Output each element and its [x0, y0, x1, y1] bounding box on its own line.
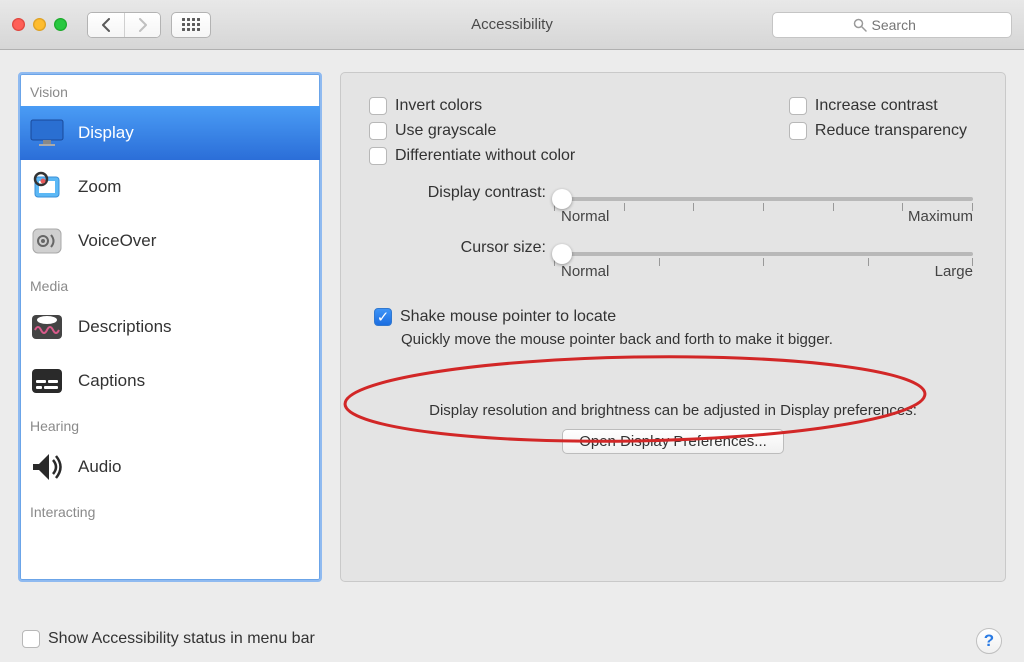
zoom-icon: [28, 168, 66, 206]
search-icon: [853, 18, 867, 32]
slider-thumb[interactable]: [552, 244, 572, 264]
checkbox-checked[interactable]: [374, 308, 392, 326]
titlebar: Accessibility: [0, 0, 1024, 50]
display-settings-panel: Invert colors Use grayscale Differentiat…: [340, 72, 1006, 582]
invert-colors-label: Invert colors: [395, 97, 482, 115]
sidebar-item-label: Descriptions: [78, 317, 172, 337]
shake-pointer-description: Quickly move the mouse pointer back and …: [401, 331, 977, 348]
display-contrast-label: Display contrast:: [379, 184, 554, 202]
heading-media: Media: [20, 268, 320, 300]
invert-colors-row[interactable]: Invert colors: [369, 97, 575, 115]
heading-vision: Vision: [20, 74, 320, 106]
slider-thumb[interactable]: [552, 189, 572, 209]
cursor-size-slider[interactable]: [554, 252, 973, 256]
sidebar-item-captions[interactable]: Captions: [20, 354, 320, 408]
sidebar-item-label: Zoom: [78, 177, 121, 197]
cursor-size-label: Cursor size:: [379, 239, 554, 257]
checkbox-unchecked[interactable]: [369, 122, 387, 140]
back-button[interactable]: [88, 13, 124, 37]
help-button[interactable]: ?: [976, 628, 1002, 654]
voiceover-icon: [28, 222, 66, 260]
heading-hearing: Hearing: [20, 408, 320, 440]
differentiate-row[interactable]: Differentiate without color: [369, 147, 575, 165]
sidebar-item-zoom[interactable]: Zoom: [20, 160, 320, 214]
forward-button[interactable]: [124, 13, 160, 37]
differentiate-label: Differentiate without color: [395, 147, 575, 165]
nav-buttons: [87, 12, 211, 38]
minimize-window-button[interactable]: [33, 18, 46, 31]
sidebar-item-voiceover[interactable]: VoiceOver: [20, 214, 320, 268]
descriptions-icon: [28, 308, 66, 346]
sidebar-item-label: Audio: [78, 457, 121, 477]
search-field[interactable]: [772, 12, 1012, 38]
increase-contrast-row[interactable]: Increase contrast: [789, 97, 967, 115]
checkbox-unchecked[interactable]: [369, 97, 387, 115]
search-input[interactable]: [872, 17, 932, 33]
shake-pointer-label: Shake mouse pointer to locate: [400, 308, 616, 326]
sidebar-item-label: Captions: [78, 371, 145, 391]
checkbox-unchecked[interactable]: [789, 122, 807, 140]
open-display-preferences-button[interactable]: Open Display Preferences...: [562, 429, 784, 454]
use-grayscale-row[interactable]: Use grayscale: [369, 122, 575, 140]
categories-sidebar: Vision Display Zoom: [18, 72, 322, 582]
use-grayscale-label: Use grayscale: [395, 122, 496, 140]
window-controls: [12, 18, 67, 31]
display-icon: [28, 114, 66, 152]
checkbox-unchecked[interactable]: [22, 630, 40, 648]
close-window-button[interactable]: [12, 18, 25, 31]
grid-icon: [182, 18, 200, 31]
checkbox-unchecked[interactable]: [789, 97, 807, 115]
reduce-transparency-row[interactable]: Reduce transparency: [789, 122, 967, 140]
display-prefs-note: Display resolution and brightness can be…: [369, 402, 977, 419]
heading-interacting: Interacting: [20, 494, 320, 526]
show-status-menubar-row[interactable]: Show Accessibility status in menu bar: [22, 630, 315, 648]
audio-icon: [28, 448, 66, 486]
show-all-button[interactable]: [171, 12, 211, 38]
captions-icon: [28, 362, 66, 400]
sidebar-item-descriptions[interactable]: Descriptions: [20, 300, 320, 354]
sidebar-item-display[interactable]: Display: [20, 106, 320, 160]
checkbox-unchecked[interactable]: [369, 147, 387, 165]
window-title: Accessibility: [471, 16, 553, 33]
show-status-menubar-label: Show Accessibility status in menu bar: [48, 630, 315, 648]
cursor-size-slider-row: Cursor size:: [379, 239, 977, 257]
back-forward-segmented: [87, 12, 161, 38]
sidebar-item-label: Display: [78, 123, 134, 143]
sidebar-item-label: VoiceOver: [78, 231, 156, 251]
shake-pointer-row[interactable]: Shake mouse pointer to locate: [374, 308, 977, 326]
display-contrast-slider-row: Display contrast:: [379, 184, 977, 202]
footer: Show Accessibility status in menu bar ?: [0, 628, 1024, 654]
sidebar-item-audio[interactable]: Audio: [20, 440, 320, 494]
zoom-window-button[interactable]: [54, 18, 67, 31]
reduce-transparency-label: Reduce transparency: [815, 122, 967, 140]
increase-contrast-label: Increase contrast: [815, 97, 938, 115]
display-contrast-slider[interactable]: [554, 197, 973, 201]
